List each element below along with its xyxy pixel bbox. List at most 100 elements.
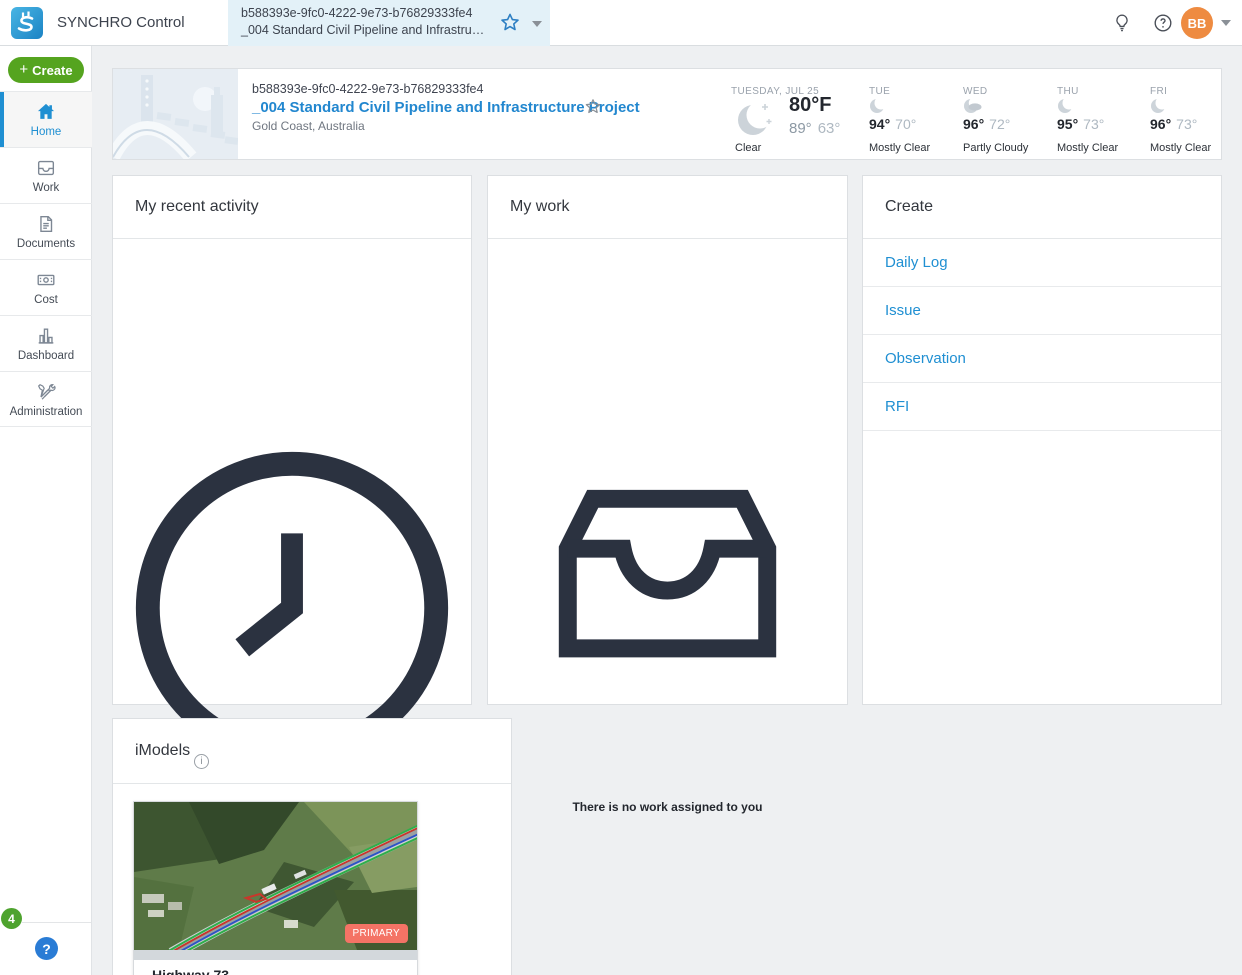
primary-badge: PRIMARY	[344, 924, 408, 943]
sidebar-bottom-divider	[22, 922, 91, 923]
forecast-condition: Partly Cloudy	[963, 142, 1029, 154]
weather-current-temp: 80°F	[789, 94, 832, 116]
sidebar-item-label: Documents	[16, 238, 76, 250]
create-card: Create Daily Log Issue Observation RFI	[862, 175, 1222, 705]
weather-current-high: 89°	[789, 120, 812, 137]
forecast-low: 72°	[989, 116, 1011, 132]
create-issue-row[interactable]: Issue	[863, 287, 1221, 335]
forecast-high: 96°	[1150, 116, 1172, 132]
ideas-lightbulb-icon[interactable]	[1111, 12, 1133, 34]
sidebar-item-dashboard[interactable]: Dashboard	[0, 315, 92, 371]
weather-forecast-day: TUE 94° 70° Mostly Clear	[869, 81, 961, 154]
forecast-day-label: FRI	[1150, 86, 1168, 97]
recent-activity-card: My recent activity There are no recent i…	[112, 175, 472, 813]
clear-night-moon-icon	[734, 95, 780, 141]
project-switcher-caret-icon[interactable]	[532, 21, 542, 27]
forecast-low: 73°	[1176, 116, 1198, 132]
weather-forecast-day: WED 96° 72° Partly Cloudy	[963, 81, 1055, 154]
project-star-icon[interactable]	[583, 97, 603, 117]
forecast-high: 94°	[869, 116, 891, 132]
sidebar-item-administration[interactable]: Administration	[0, 371, 92, 427]
daily-log-link[interactable]: Daily Log	[885, 254, 948, 271]
home-icon	[35, 101, 57, 123]
forecast-low: 73°	[1083, 116, 1105, 132]
favorite-star-icon[interactable]	[498, 11, 522, 35]
forecast-high: 95°	[1057, 116, 1079, 132]
weather-forecast-day: THU 95° 73° Mostly Clear	[1057, 81, 1149, 154]
weather-current: TUESDAY, JUL 25 80°F 89° 63° Clear	[731, 81, 866, 154]
sidebar-item-cost[interactable]: Cost	[0, 259, 92, 315]
forecast-day-label: TUE	[869, 86, 891, 97]
issue-link[interactable]: Issue	[885, 302, 921, 319]
synchro-logo-icon	[10, 6, 44, 40]
forecast-day-label: WED	[963, 86, 988, 97]
weather-current-low: 63°	[817, 120, 841, 137]
sidebar-item-home[interactable]: Home	[0, 91, 92, 147]
project-switcher-tab[interactable]: b588393e-9fc0-4222-9e73-b76829333fe4 _00…	[228, 0, 550, 46]
document-icon	[35, 213, 57, 235]
top-bar: SYNCHRO Control b588393e-9fc0-4222-9e73-…	[0, 0, 1242, 46]
sidebar-item-label: Work	[32, 182, 60, 194]
inbox-icon	[488, 429, 847, 788]
project-name-truncated: _004 Standard Civil Pipeline and Infrast…	[241, 23, 485, 37]
sidebar-item-documents[interactable]: Documents	[0, 203, 92, 259]
project-name-link[interactable]: _004 Standard Civil Pipeline and Infrast…	[252, 99, 640, 116]
project-location: Gold Coast, Australia	[252, 119, 365, 133]
sidebar-item-label: Home	[30, 126, 62, 138]
forecast-day-label: THU	[1057, 86, 1079, 97]
mostly-clear-night-icon	[1150, 98, 1172, 114]
partly-cloudy-night-icon	[963, 98, 985, 114]
create-button[interactable]: + Create	[8, 57, 84, 83]
empty-message: There is no work assigned to you	[572, 800, 763, 814]
notification-count-badge[interactable]: 4	[1, 908, 22, 929]
mostly-clear-night-icon	[869, 98, 891, 114]
card-header: My recent activity	[113, 176, 471, 239]
user-menu-caret-icon[interactable]	[1221, 20, 1231, 26]
card-header: iModels i	[113, 719, 511, 784]
observation-link[interactable]: Observation	[885, 350, 966, 367]
project-bridge-illustration	[113, 69, 238, 159]
create-button-label: Create	[32, 62, 73, 78]
user-avatar[interactable]: BB	[1181, 7, 1213, 39]
sidebar-item-label: Dashboard	[17, 350, 75, 362]
create-daily-log-row[interactable]: Daily Log	[863, 239, 1221, 287]
sidebar-nav: + Create Home Work Documents Cost Dashbo…	[0, 46, 92, 975]
app-title: SYNCHRO Control	[57, 14, 185, 31]
rfi-link[interactable]: RFI	[885, 398, 909, 415]
help-button[interactable]: ?	[35, 937, 58, 960]
project-banner: b588393e-9fc0-4222-9e73-b76829333fe4 _00…	[112, 68, 1222, 160]
inbox-icon	[35, 157, 57, 179]
project-id: b588393e-9fc0-4222-9e73-b76829333fe4	[252, 82, 484, 96]
sidebar-item-label: Administration	[9, 405, 83, 418]
sidebar-item-work[interactable]: Work	[0, 147, 92, 203]
imodel-thumbnail: PRIMARY	[134, 802, 417, 950]
card-header: My work	[488, 176, 847, 239]
card-header: Create	[863, 176, 1221, 239]
my-work-card: My work There is no work assigned to you	[487, 175, 848, 814]
forecast-high: 96°	[963, 116, 985, 132]
imodel-tile-strip	[134, 950, 417, 960]
my-work-title: My work	[510, 198, 570, 215]
imodel-tile[interactable]: PRIMARY Highway 73	[133, 801, 418, 975]
banknote-icon	[35, 269, 57, 291]
imodels-card: iModels i PRIMARY Highway 73	[112, 718, 512, 975]
bar-chart-icon	[35, 325, 57, 347]
create-observation-row[interactable]: Observation	[863, 335, 1221, 383]
forecast-condition: Mostly Clear	[1150, 142, 1212, 154]
create-rfi-row[interactable]: RFI	[863, 383, 1221, 431]
project-id: b588393e-9fc0-4222-9e73-b76829333fe4	[241, 6, 473, 20]
imodels-title: iModels	[135, 742, 191, 759]
info-icon[interactable]: i	[194, 754, 209, 769]
help-circle-icon[interactable]	[1152, 12, 1174, 34]
mostly-clear-night-icon	[1057, 98, 1079, 114]
forecast-condition: Mostly Clear	[1057, 142, 1119, 154]
my-work-empty-state: There is no work assigned to you	[488, 429, 847, 814]
tools-icon	[35, 381, 57, 403]
weather-current-condition: Clear	[735, 142, 762, 154]
imodel-name: Highway 73	[152, 967, 230, 975]
weather-forecast-day: FRI 96° 73° Mostly Clear	[1150, 81, 1242, 154]
create-card-title: Create	[885, 198, 934, 215]
plus-icon: +	[19, 61, 29, 78]
forecast-low: 70°	[895, 116, 917, 132]
sidebar-item-label: Cost	[34, 294, 58, 306]
